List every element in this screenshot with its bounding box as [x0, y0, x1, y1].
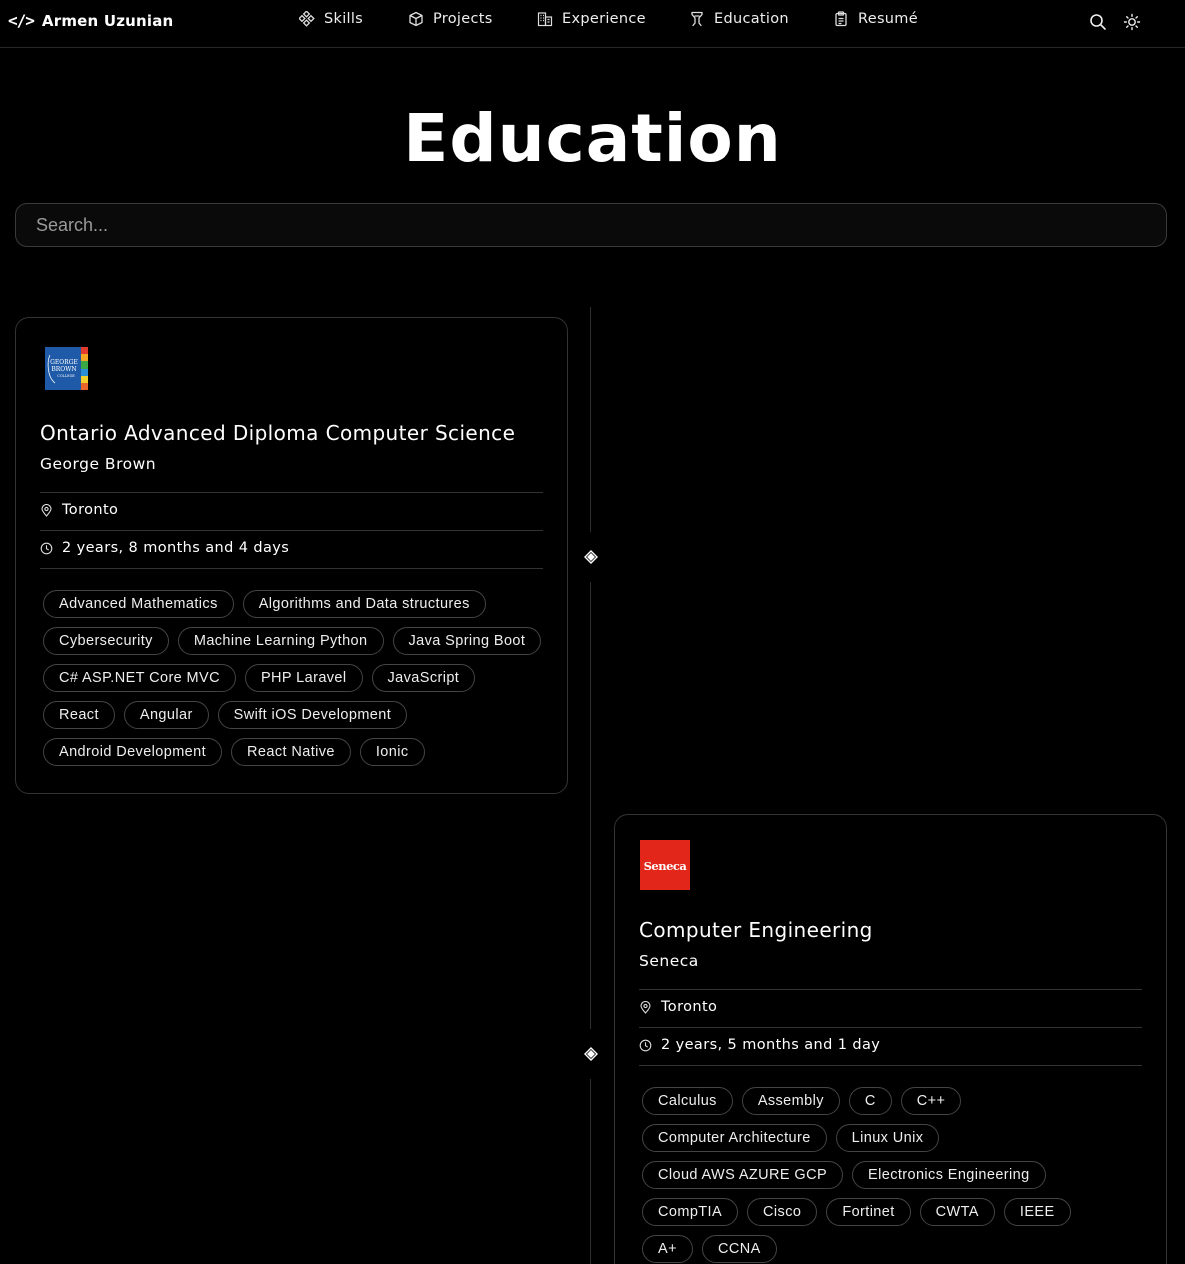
skill-tag[interactable]: Assembly: [741, 1087, 840, 1115]
skill-tag[interactable]: Ionic: [359, 738, 425, 766]
skill-tag[interactable]: Java Spring Boot: [392, 627, 542, 655]
location-text: Toronto: [62, 502, 119, 518]
skill-tag[interactable]: Computer Architecture: [642, 1124, 827, 1152]
map-pin-icon: [41, 503, 52, 517]
nav-experience[interactable]: Experience: [537, 11, 646, 27]
skill-tag[interactable]: React: [43, 701, 115, 729]
nav-skills[interactable]: Skills: [299, 11, 363, 27]
skill-tag[interactable]: Swift iOS Development: [217, 701, 408, 729]
skill-tag[interactable]: Advanced Mathematics: [43, 590, 234, 618]
svg-text:BROWN: BROWN: [51, 366, 76, 373]
skill-tag[interactable]: JavaScript: [371, 664, 476, 692]
skill-tag[interactable]: Angular: [123, 701, 209, 729]
location-row: Toronto: [639, 999, 717, 1015]
skill-tag[interactable]: Cybersecurity: [43, 627, 169, 655]
svg-text:COLLEGE: COLLEGE: [57, 374, 75, 378]
search-input[interactable]: [15, 203, 1167, 247]
timeline-marker: [581, 532, 601, 582]
skill-tag[interactable]: CompTIA: [642, 1198, 739, 1226]
duration-row: 2 years, 5 months and 1 day: [639, 1037, 880, 1053]
nav-projects[interactable]: Projects: [408, 11, 493, 27]
skill-tag[interactable]: PHP Laravel: [244, 664, 363, 692]
diamond-icon: [584, 550, 598, 564]
duration-text: 2 years, 8 months and 4 days: [62, 540, 290, 556]
degree-title: Ontario Advanced Diploma Computer Scienc…: [40, 421, 516, 445]
timeline-marker: [581, 1029, 601, 1079]
timeline-line: [590, 307, 591, 1264]
skill-tag[interactable]: Cisco: [747, 1198, 818, 1226]
clipboard-icon: [835, 11, 847, 27]
george-brown-logo: GEORGE BROWN COLLEGE: [45, 347, 88, 390]
duration-row: 2 years, 8 months and 4 days: [40, 540, 289, 556]
skill-tag[interactable]: IEEE: [1003, 1198, 1071, 1226]
building-icon: [537, 12, 553, 27]
education-card: Seneca Computer Engineering Seneca Toron…: [614, 814, 1167, 1264]
school-name: George Brown: [40, 455, 157, 473]
skill-tag[interactable]: Algorithms and Data structures: [242, 590, 486, 618]
divider: [40, 568, 543, 569]
top-navbar: </> Armen Uzunian Skills Projects Experi…: [0, 0, 1185, 48]
clock-icon: [639, 1039, 652, 1051]
sun-icon[interactable]: [1123, 13, 1141, 31]
search-icon[interactable]: [1089, 13, 1107, 31]
seneca-logo: Seneca: [640, 840, 690, 890]
location-row: Toronto: [40, 502, 118, 518]
skill-tag[interactable]: React Native: [231, 738, 351, 766]
skill-tag[interactable]: CCNA: [701, 1235, 777, 1263]
nav-education[interactable]: Education: [689, 11, 789, 27]
skill-tag[interactable]: A+: [642, 1235, 693, 1263]
tag-list: Advanced Mathematics Algorithms and Data…: [43, 590, 543, 766]
location-text: Toronto: [661, 999, 718, 1015]
page-title: Education: [403, 100, 782, 177]
nav-resume-label: Resumé: [858, 11, 918, 27]
skills-icon: [299, 11, 315, 27]
map-pin-icon: [640, 1000, 651, 1014]
divider: [40, 492, 543, 493]
cube-icon: [409, 11, 423, 27]
divider: [40, 530, 543, 531]
skill-tag[interactable]: Android Development: [43, 738, 223, 766]
nav-projects-label: Projects: [433, 11, 493, 27]
divider: [639, 989, 1142, 990]
skill-tag[interactable]: Machine Learning Python: [177, 627, 384, 655]
skill-tag[interactable]: C++: [900, 1087, 962, 1115]
divider: [639, 1065, 1142, 1066]
skill-tag[interactable]: Cloud AWS AZURE GCP: [642, 1161, 844, 1189]
skill-tag[interactable]: Calculus: [642, 1087, 733, 1115]
divider: [639, 1027, 1142, 1028]
clock-icon: [40, 542, 53, 554]
svg-text:Seneca: Seneca: [644, 859, 688, 873]
nav-education-label: Education: [714, 11, 789, 27]
school-name: Seneca: [639, 952, 699, 970]
duration-text: 2 years, 5 months and 1 day: [661, 1037, 881, 1053]
nav-skills-label: Skills: [324, 11, 364, 27]
svg-text:GEORGE: GEORGE: [50, 359, 78, 366]
skill-tag[interactable]: C: [848, 1087, 892, 1115]
education-card: GEORGE BROWN COLLEGE Ontario Advanced Di…: [15, 317, 568, 794]
nav-links: Skills Projects Experience Education Res…: [0, 0, 1185, 44]
nav-resume[interactable]: Resumé: [833, 11, 918, 27]
skill-tag[interactable]: Linux Unix: [835, 1124, 940, 1152]
degree-title: Computer Engineering: [639, 918, 873, 942]
skill-tag[interactable]: Electronics Engineering: [852, 1161, 1046, 1189]
nav-experience-label: Experience: [562, 11, 646, 27]
education-icon: [691, 11, 703, 27]
skill-tag[interactable]: C# ASP.NET Core MVC: [43, 664, 236, 692]
skill-tag[interactable]: Fortinet: [826, 1198, 911, 1226]
tag-list: Calculus Assembly C C++ Computer Archite…: [642, 1087, 1122, 1263]
diamond-icon: [584, 1047, 598, 1061]
skill-tag[interactable]: CWTA: [919, 1198, 995, 1226]
